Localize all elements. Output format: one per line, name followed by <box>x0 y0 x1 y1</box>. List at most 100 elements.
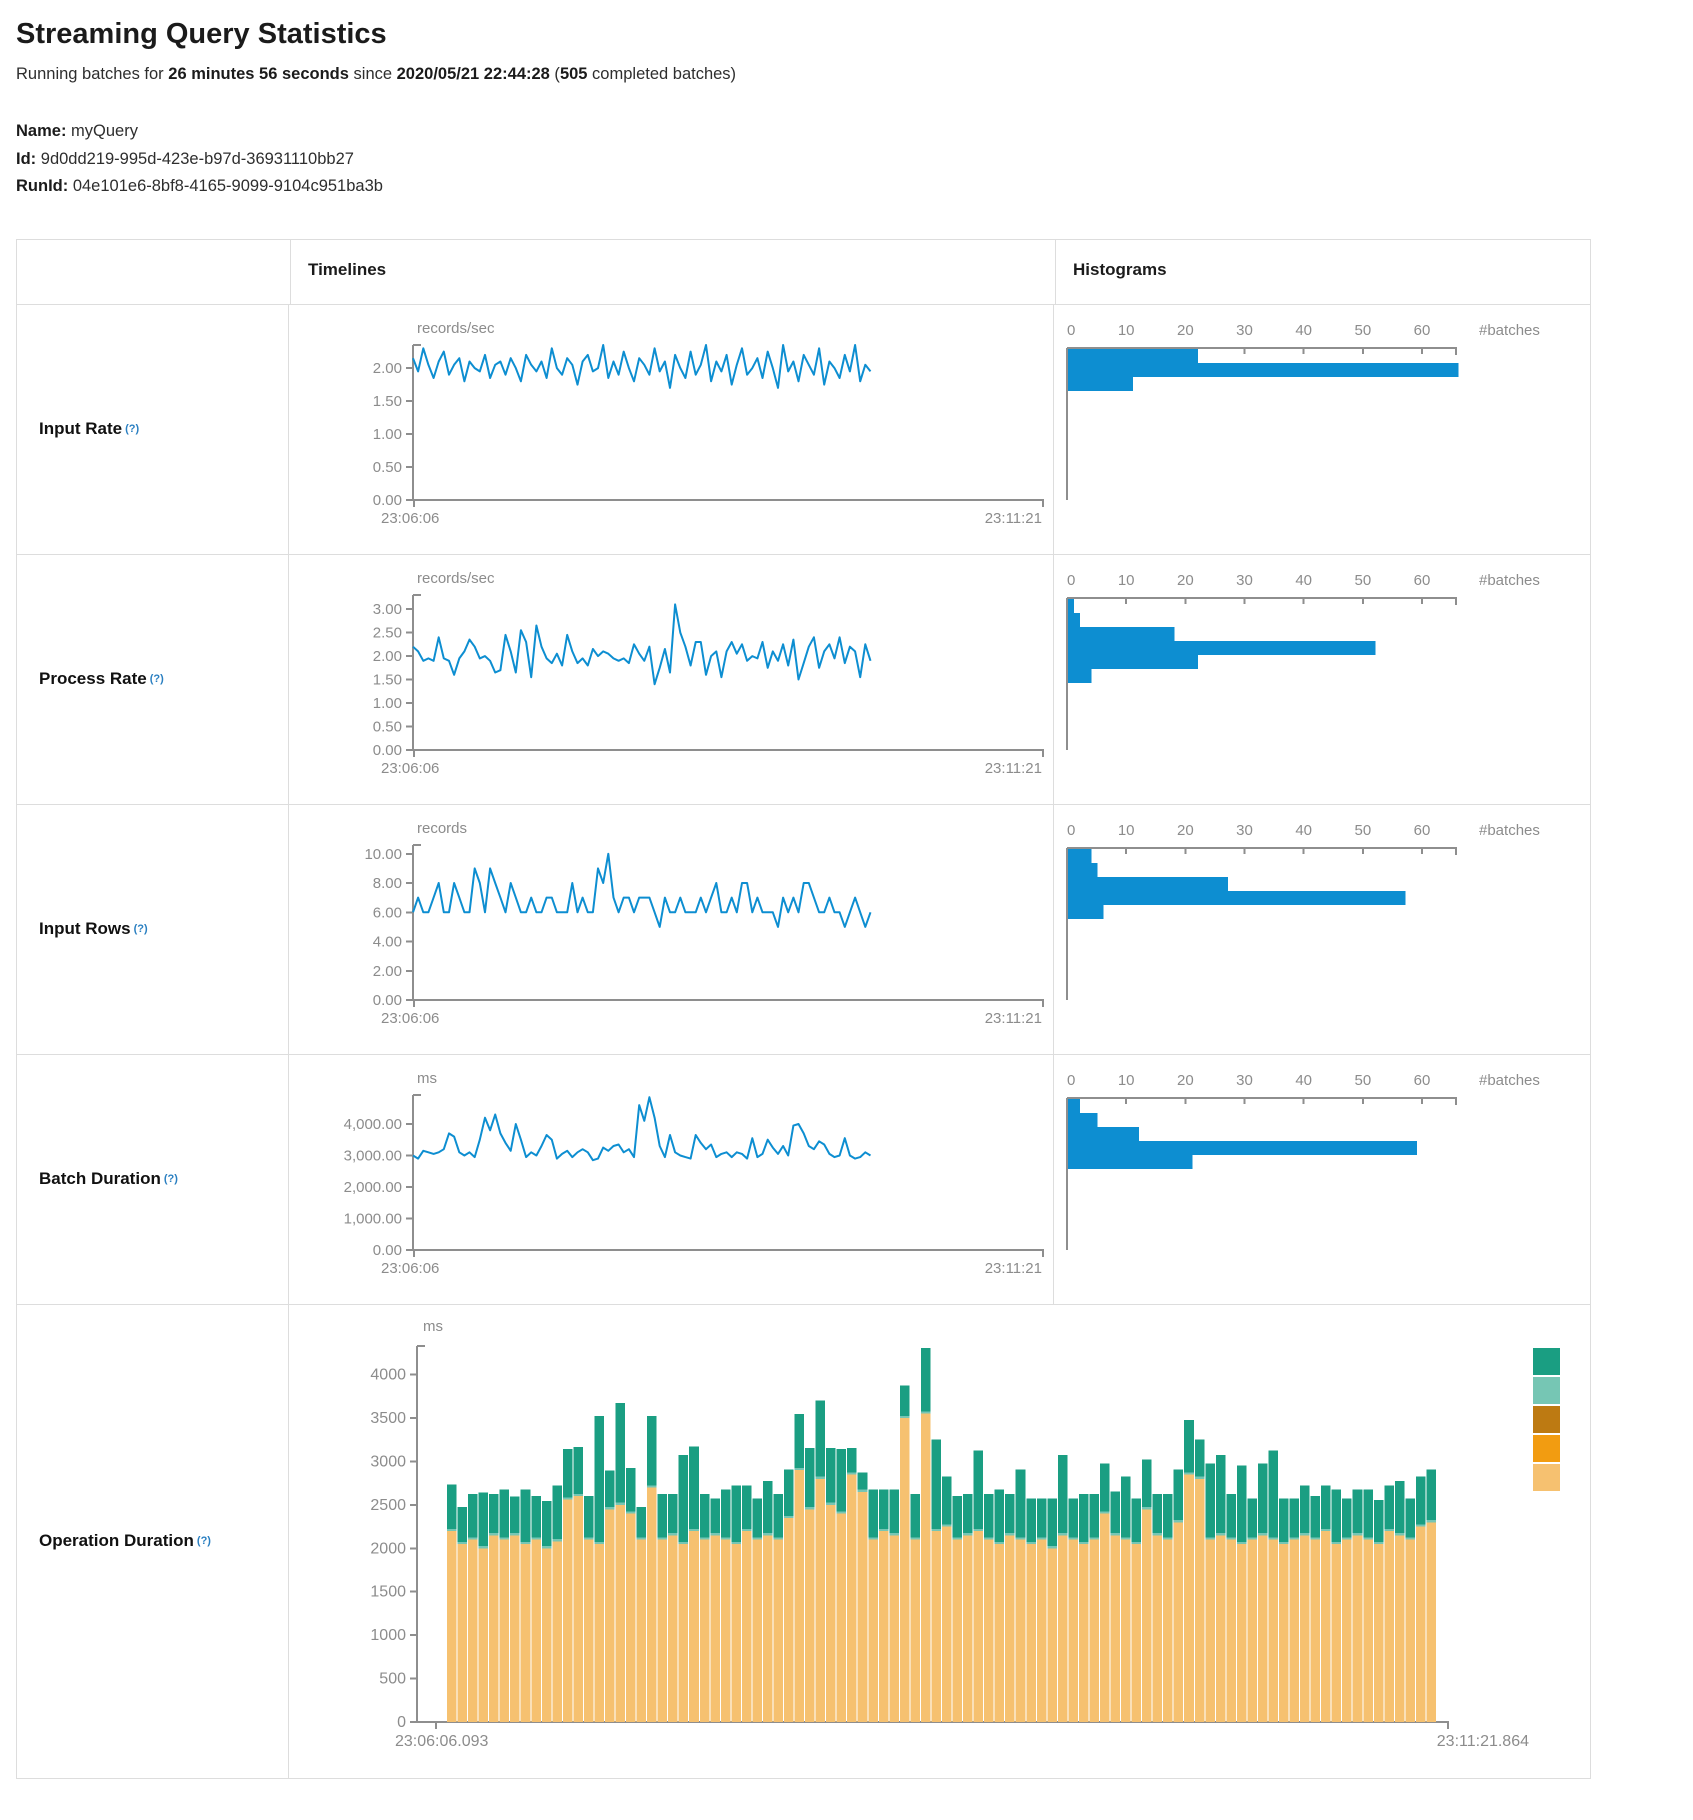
process-rate-timeline-cell: records/sec0.000.501.001.502.002.503.002… <box>288 555 1053 804</box>
svg-text:3,000.00: 3,000.00 <box>344 1147 402 1164</box>
query-name-label: Name: <box>16 122 66 140</box>
process-rate-row: Process Rate (?) records/sec0.000.501.00… <box>17 554 1590 804</box>
input-rate-histogram-chart: 0102030405060#batches <box>1054 305 1590 554</box>
svg-text:1000: 1000 <box>370 1627 406 1644</box>
operation-duration-stacked-chart: ms0500100015002000250030003500400023:06:… <box>289 1305 1590 1778</box>
svg-text:4000: 4000 <box>370 1366 406 1383</box>
histograms-column-header: Histograms <box>1055 240 1590 304</box>
process-rate-timeline-chart: records/sec0.000.501.001.502.002.503.002… <box>289 555 1054 804</box>
summary-duration: 26 minutes 56 seconds <box>168 65 349 83</box>
svg-text:0: 0 <box>1067 572 1075 589</box>
svg-text:30: 30 <box>1236 1072 1253 1089</box>
statistics-table: Timelines Histograms Input Rate (?) reco… <box>16 239 1591 1779</box>
batch-duration-help-icon[interactable]: (?) <box>164 1173 178 1185</box>
query-name-line: Name: myQuery <box>16 118 1693 146</box>
svg-text:60: 60 <box>1414 1072 1431 1089</box>
svg-text:10.00: 10.00 <box>364 845 402 862</box>
svg-text:60: 60 <box>1414 572 1431 589</box>
svg-text:40: 40 <box>1295 1072 1312 1089</box>
svg-text:0.00: 0.00 <box>373 742 402 759</box>
svg-text:23:06:06: 23:06:06 <box>381 1010 439 1027</box>
process-rate-histogram-chart: 0102030405060#batches <box>1054 555 1590 804</box>
summary-text: completed batches) <box>587 65 736 83</box>
svg-text:23:11:21: 23:11:21 <box>985 1010 1042 1027</box>
query-runid-label: RunId: <box>16 177 68 195</box>
svg-text:#batches: #batches <box>1479 322 1540 339</box>
process-rate-help-icon[interactable]: (?) <box>150 673 164 685</box>
svg-text:2.00: 2.00 <box>373 962 402 979</box>
svg-text:ms: ms <box>417 1070 437 1087</box>
header-empty-cell <box>17 240 290 304</box>
input-rate-label: Input Rate <box>39 419 122 439</box>
page-title: Streaming Query Statistics <box>16 18 1693 51</box>
svg-text:60: 60 <box>1414 322 1431 339</box>
svg-text:50: 50 <box>1354 1072 1371 1089</box>
timelines-column-header: Timelines <box>290 240 1055 304</box>
svg-text:40: 40 <box>1295 822 1312 839</box>
svg-text:23:11:21: 23:11:21 <box>985 1260 1042 1277</box>
svg-text:3.00: 3.00 <box>373 601 402 618</box>
svg-text:0: 0 <box>1067 822 1075 839</box>
input-rate-timeline-chart: records/sec0.000.501.001.502.0023:06:062… <box>289 305 1054 554</box>
summary-batch-count: 505 <box>560 65 588 83</box>
svg-text:10: 10 <box>1118 572 1135 589</box>
svg-text:#batches: #batches <box>1479 822 1540 839</box>
svg-text:10: 10 <box>1118 1072 1135 1089</box>
input-rows-label-cell: Input Rows (?) <box>17 805 288 1054</box>
legend-swatch <box>1533 1348 1560 1375</box>
query-runid-value: 04e101e6-8bf8-4165-9099-9104c951ba3b <box>73 177 383 195</box>
svg-text:1.50: 1.50 <box>373 393 402 410</box>
svg-text:4.00: 4.00 <box>373 933 402 950</box>
query-id-line: Id: 9d0dd219-995d-423e-b97d-36931110bb27 <box>16 146 1693 174</box>
svg-text:0.00: 0.00 <box>373 1242 402 1259</box>
input-rows-row: Input Rows (?) records0.002.004.006.008.… <box>17 804 1590 1054</box>
svg-text:2.00: 2.00 <box>373 360 402 377</box>
legend-swatch <box>1533 1435 1560 1462</box>
svg-text:23:06:06: 23:06:06 <box>381 760 439 777</box>
running-batches-summary: Running batches for 26 minutes 56 second… <box>16 65 1693 84</box>
input-rows-label: Input Rows <box>39 919 131 939</box>
query-id-value: 9d0dd219-995d-423e-b97d-36931110bb27 <box>41 150 354 168</box>
summary-text: Running batches for <box>16 65 168 83</box>
query-id-label: Id: <box>16 150 36 168</box>
batch-duration-histogram-cell: 0102030405060#batches <box>1053 1055 1590 1304</box>
svg-text:records: records <box>417 820 467 837</box>
svg-text:6.00: 6.00 <box>373 904 402 921</box>
svg-text:3000: 3000 <box>370 1453 406 1470</box>
svg-text:4,000.00: 4,000.00 <box>344 1115 402 1132</box>
batch-duration-row: Batch Duration (?) ms0.001,000.002,000.0… <box>17 1054 1590 1304</box>
query-runid-line: RunId: 04e101e6-8bf8-4165-9099-9104c951b… <box>16 173 1693 201</box>
svg-text:1.00: 1.00 <box>373 426 402 443</box>
svg-text:0: 0 <box>397 1714 406 1731</box>
svg-text:30: 30 <box>1236 572 1253 589</box>
svg-text:8.00: 8.00 <box>373 875 402 892</box>
svg-text:30: 30 <box>1236 322 1253 339</box>
input-rows-help-icon[interactable]: (?) <box>134 923 148 935</box>
summary-text: ( <box>550 65 560 83</box>
process-rate-label-cell: Process Rate (?) <box>17 555 288 804</box>
legend-swatch <box>1533 1377 1560 1404</box>
input-rate-help-icon[interactable]: (?) <box>125 423 139 435</box>
input-rate-row: Input Rate (?) records/sec0.000.501.001.… <box>17 304 1590 554</box>
svg-text:23:11:21: 23:11:21 <box>985 760 1042 777</box>
svg-text:1.00: 1.00 <box>373 695 402 712</box>
svg-text:records/sec: records/sec <box>417 320 495 337</box>
operation-duration-label: Operation Duration <box>39 1531 194 1551</box>
svg-text:1500: 1500 <box>370 1583 406 1600</box>
svg-text:0.50: 0.50 <box>373 459 402 476</box>
svg-text:23:06:06: 23:06:06 <box>381 510 439 527</box>
operation-duration-label-cell: Operation Duration (?) <box>17 1305 288 1778</box>
svg-text:23:11:21.864: 23:11:21.864 <box>1437 1733 1529 1750</box>
svg-text:50: 50 <box>1354 822 1371 839</box>
svg-text:2,000.00: 2,000.00 <box>344 1178 402 1195</box>
operation-duration-help-icon[interactable]: (?) <box>197 1535 211 1547</box>
svg-text:30: 30 <box>1236 822 1253 839</box>
svg-text:2000: 2000 <box>370 1540 406 1557</box>
svg-text:20: 20 <box>1177 322 1194 339</box>
process-rate-label: Process Rate <box>39 669 147 689</box>
svg-text:1.50: 1.50 <box>373 671 402 688</box>
svg-text:23:11:21: 23:11:21 <box>985 510 1042 527</box>
svg-text:3500: 3500 <box>370 1410 406 1427</box>
svg-text:40: 40 <box>1295 572 1312 589</box>
svg-text:2.00: 2.00 <box>373 648 402 665</box>
